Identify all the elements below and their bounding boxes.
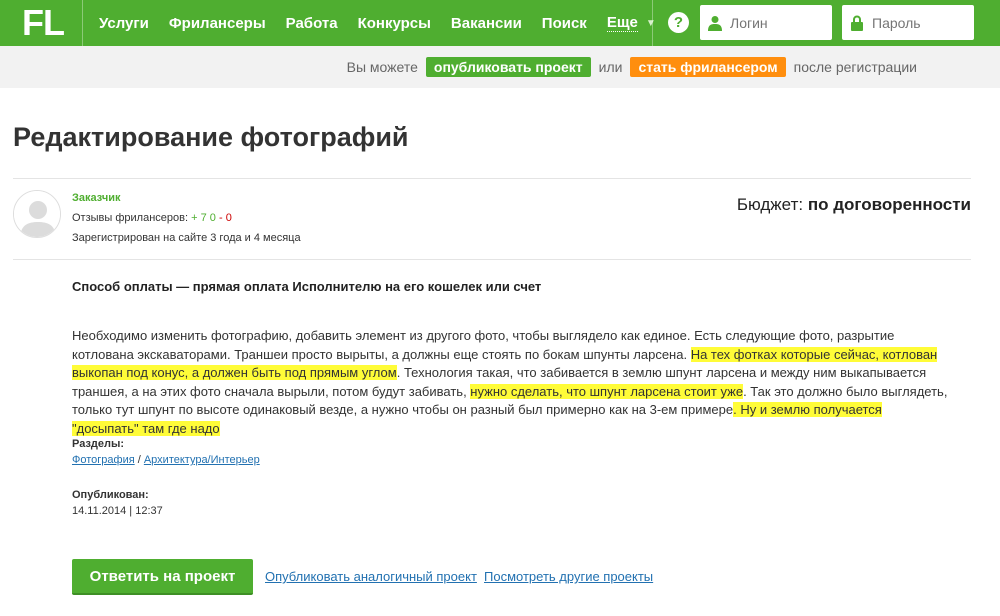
- nav-item-services[interactable]: Услуги: [99, 15, 149, 32]
- description-highlight: нужно сделать, что шпунт ларсена стоит у…: [470, 383, 744, 399]
- nav-item-contests[interactable]: Конкурсы: [358, 15, 431, 32]
- reply-to-project-button[interactable]: Ответить на проект: [72, 559, 253, 595]
- registration-prompt: Вы можете опубликовать проект или стать …: [347, 57, 917, 77]
- section-separator: /: [134, 454, 144, 466]
- nav-item-freelancers[interactable]: Фрилансеры: [169, 15, 266, 32]
- budget-value: по договоренности: [807, 195, 971, 214]
- section-link-architecture[interactable]: Архитектура/Интерьер: [144, 454, 260, 466]
- help-icon[interactable]: ?: [668, 12, 689, 33]
- divider: [13, 178, 971, 179]
- section-link-photography[interactable]: Фотография: [72, 454, 135, 466]
- published-info: Опубликован: 14.11.2014 | 12:37: [72, 489, 163, 517]
- prompt-suffix: после регистрации: [793, 59, 917, 75]
- payment-method: Способ оплаты — прямая оплата Исполнител…: [72, 279, 542, 294]
- divider: [82, 0, 83, 46]
- customer-reviews: Отзывы фрилансеров: + 7 0 - 0: [72, 212, 232, 224]
- prompt-prefix: Вы можете: [346, 59, 418, 75]
- publish-similar-link[interactable]: Опубликовать аналогичный проект: [265, 569, 477, 584]
- publish-project-button[interactable]: опубликовать проект: [425, 57, 591, 77]
- chevron-down-icon[interactable]: ▼: [646, 18, 656, 29]
- customer-registered: Зарегистрирован на сайте 3 года и 4 меся…: [72, 232, 301, 244]
- published-date: 14.11.2014 | 12:37: [72, 505, 163, 517]
- sections-label: Разделы:: [72, 438, 125, 450]
- avatar[interactable]: [13, 190, 61, 238]
- nav-more-menu[interactable]: Еще: [606, 14, 638, 32]
- password-field[interactable]: [842, 5, 974, 40]
- divider: [13, 259, 971, 260]
- page-title: Редактирование фотографий: [13, 122, 409, 152]
- view-other-projects-link[interactable]: Посмотреть другие проекты: [484, 569, 653, 584]
- user-icon: [700, 15, 730, 31]
- published-label: Опубликован:: [72, 489, 149, 501]
- logo[interactable]: FL: [22, 4, 78, 42]
- lock-icon: [842, 15, 872, 31]
- login-field[interactable]: [700, 5, 832, 40]
- become-freelancer-button[interactable]: стать фрилансером: [630, 57, 786, 77]
- nav-item-work[interactable]: Работа: [286, 15, 338, 32]
- prompt-or: или: [598, 59, 623, 75]
- nav-item-search[interactable]: Поиск: [542, 15, 587, 32]
- budget: Бюджет: по договоренности: [737, 195, 971, 215]
- nav-item-vacancies[interactable]: Вакансии: [451, 15, 522, 32]
- main-nav: Услуги Фрилансеры Работа Конкурсы Ваканс…: [99, 0, 656, 46]
- password-input[interactable]: [872, 14, 962, 31]
- customer-role[interactable]: Заказчик: [72, 192, 301, 204]
- reviews-label: Отзывы фрилансеров:: [72, 212, 189, 224]
- customer-info: Заказчик Отзывы фрилансеров: + 7 0 - 0 З…: [72, 192, 301, 244]
- registration-bar: Вы можете опубликовать проект или стать …: [0, 46, 1000, 88]
- project-sections: Разделы: Фотография / Архитектура/Интерь…: [72, 438, 260, 466]
- top-nav-bar: FL Услуги Фрилансеры Работа Конкурсы Вак…: [0, 0, 1000, 46]
- login-input[interactable]: [730, 14, 820, 31]
- project-description: Необходимо изменить фотографию, добавить…: [72, 327, 952, 438]
- reviews-negative[interactable]: 0: [226, 212, 232, 224]
- reviews-positive[interactable]: + 7: [191, 212, 207, 224]
- divider: [652, 0, 653, 46]
- budget-label: Бюджет:: [736, 195, 804, 214]
- reviews-neutral[interactable]: 0: [210, 212, 216, 224]
